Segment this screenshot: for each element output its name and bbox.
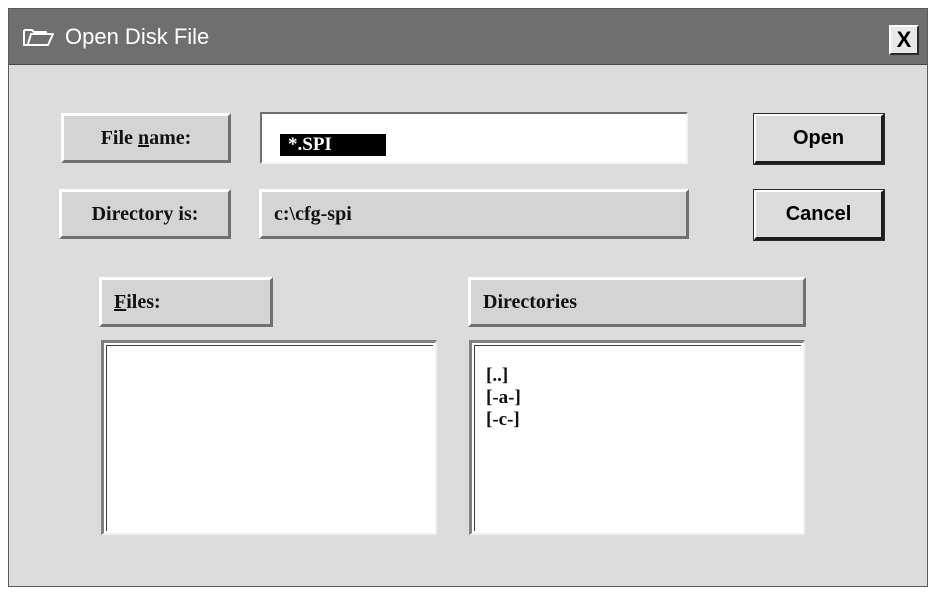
- folder-open-icon: [23, 29, 54, 46]
- directory-label: Directory is:: [59, 189, 231, 239]
- title-bar: Open Disk File X: [9, 9, 927, 65]
- directories-listbox[interactable]: [..] [-a-] [-c-]: [469, 340, 805, 535]
- directories-label: Directories: [468, 277, 806, 327]
- directory-path: c:\cfg-spi: [274, 202, 352, 225]
- file-name-label-suffix: ame:: [149, 126, 192, 149]
- directories-label-text: Directories: [483, 290, 578, 313]
- file-name-label-prefix: File: [100, 126, 138, 149]
- files-label-suffix: iles:: [126, 290, 161, 313]
- open-disk-file-dialog: Open Disk File X File n ame: *.SPI Open D…: [8, 8, 928, 587]
- file-name-label-mnemonic: n: [137, 126, 150, 149]
- files-listbox[interactable]: [101, 340, 437, 535]
- files-label: Files:: [99, 277, 273, 327]
- file-name-label: File n ame:: [61, 113, 231, 163]
- directory-value: c:\cfg-spi: [259, 189, 689, 239]
- files-label-mnemonic: F: [114, 290, 127, 313]
- cancel-button[interactable]: Cancel: [753, 189, 885, 241]
- directory-item-parent[interactable]: [..]: [486, 365, 521, 387]
- file-name-value: *.SPI: [280, 134, 386, 156]
- close-button[interactable]: X: [889, 25, 919, 55]
- open-button[interactable]: Open: [753, 113, 885, 165]
- directory-item-drive-a[interactable]: [-a-]: [486, 387, 521, 409]
- window-title: Open Disk File: [65, 24, 210, 49]
- directory-item-drive-c[interactable]: [-c-]: [486, 409, 521, 431]
- directories-list: [..] [-a-] [-c-]: [486, 365, 521, 431]
- file-name-input[interactable]: *.SPI: [260, 112, 688, 164]
